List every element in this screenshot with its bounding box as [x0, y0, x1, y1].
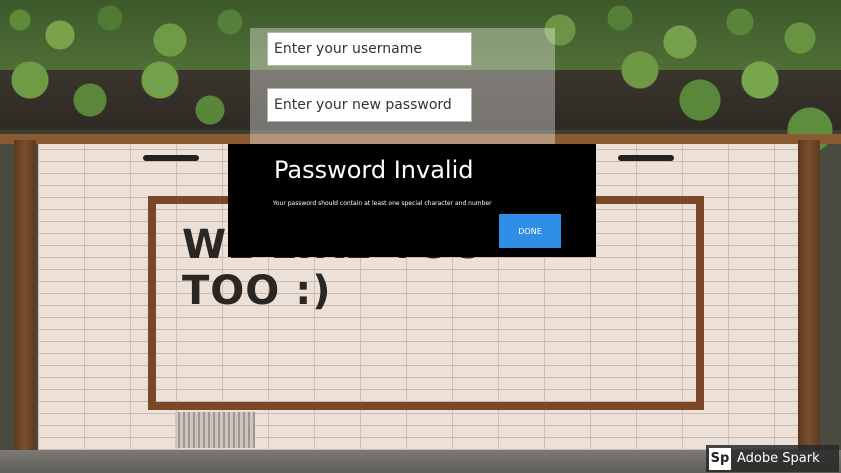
done-button[interactable]: DONE	[499, 214, 561, 248]
adobe-spark-logo-icon: Sp	[709, 447, 731, 470]
username-input[interactable]	[267, 32, 472, 66]
password-invalid-dialog: Password Invalid Your password should co…	[228, 144, 596, 257]
wooden-post-right	[798, 140, 820, 455]
new-password-input[interactable]	[267, 88, 472, 122]
wall-vent	[175, 412, 255, 448]
dialog-message: Your password should contain at least on…	[273, 200, 492, 207]
dialog-title: Password Invalid	[274, 156, 474, 184]
wall-lamp-left	[143, 155, 199, 161]
wooden-post-left	[14, 140, 36, 455]
wall-lamp-right	[618, 155, 674, 161]
watermark-text: Adobe Spark	[737, 451, 820, 466]
ivy-foliage-left	[0, 50, 230, 140]
adobe-spark-watermark: Sp Adobe Spark	[706, 445, 839, 472]
mural-line-2: TOO :)	[182, 268, 332, 314]
